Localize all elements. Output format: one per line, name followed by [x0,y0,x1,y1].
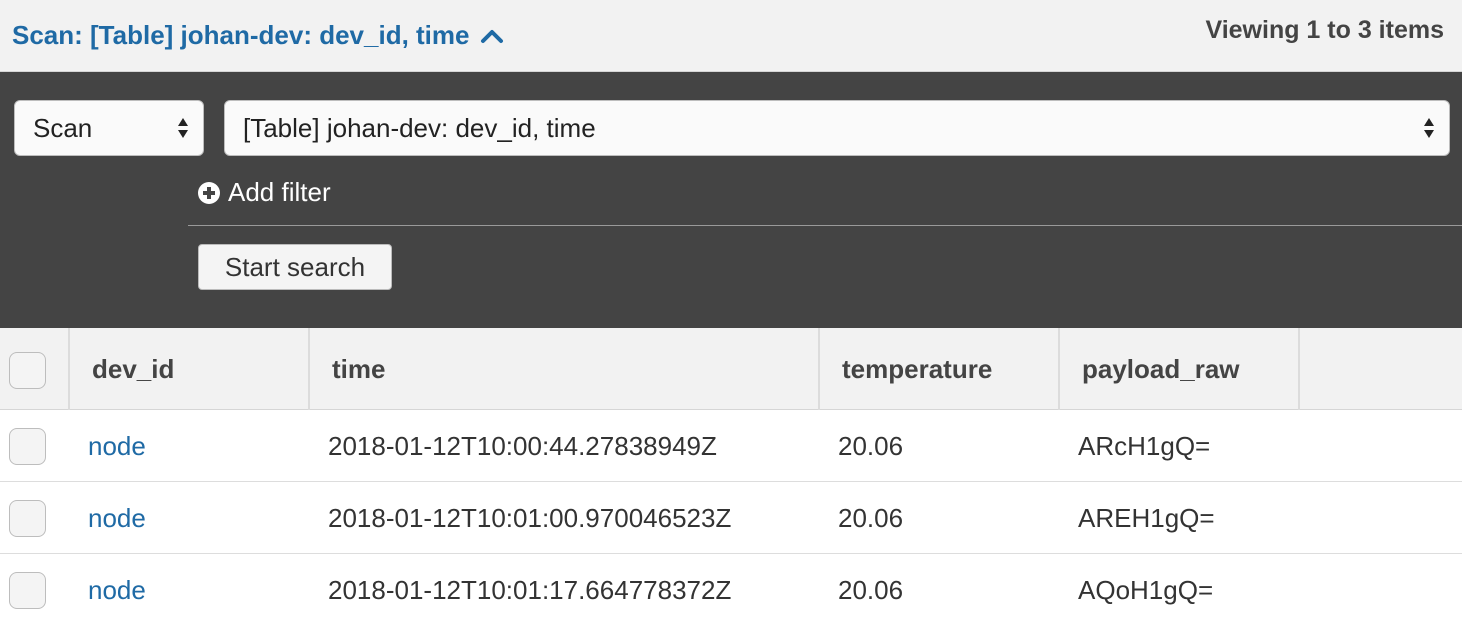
add-filter-label: Add filter [228,177,331,207]
header-checkbox-cell [0,328,70,410]
cell-payload-raw: AQoH1gQ= [1078,574,1214,605]
cell-temperature: 20.06 [838,430,904,461]
scan-title-text: Scan: [Table] johan-dev: dev_id, time [12,20,470,50]
cell-time: 2018-01-12T10:01:00.970046523Z [328,502,732,533]
panel-divider [188,225,1462,226]
cell-dev-id[interactable]: node [88,410,146,482]
operation-select[interactable]: Scan [14,100,204,156]
table-select-value: [Table] johan-dev: dev_id, time [243,112,596,143]
table-row[interactable]: node 2018-01-12T10:01:17.664778372Z 20.0… [0,554,1462,622]
cell-time: 2018-01-12T10:01:17.664778372Z [328,574,732,605]
search-panel: Scan [Table] johan-dev: dev_id, time Add… [0,72,1462,328]
viewing-count: Viewing 1 to 3 items [1205,16,1444,44]
cell-dev-id[interactable]: node [88,482,146,554]
scan-title-toggle[interactable]: Scan: [Table] johan-dev: dev_id, time [12,20,504,51]
plus-circle-icon [198,181,220,204]
cell-time: 2018-01-12T10:00:44.27838949Z [328,430,717,461]
cell-temperature: 20.06 [838,502,904,533]
chevron-up-icon [480,29,503,43]
row-checkbox[interactable] [9,572,46,609]
column-header-time[interactable]: time [310,328,820,410]
column-header-payload-raw[interactable]: payload_raw [1060,328,1300,410]
column-header-temperature[interactable]: temperature [820,328,1060,410]
select-arrows-icon [178,118,188,138]
row-checkbox[interactable] [9,428,46,465]
select-arrows-icon [1424,118,1434,138]
scan-header-bar: Scan: [Table] johan-dev: dev_id, time Vi… [0,0,1462,72]
cell-payload-raw: AREH1gQ= [1078,502,1215,533]
start-search-button[interactable]: Start search [198,244,392,290]
cell-temperature: 20.06 [838,574,904,605]
column-header-dev-id[interactable]: dev_id [70,328,310,410]
add-filter-button[interactable]: Add filter [198,177,331,208]
table-select[interactable]: [Table] johan-dev: dev_id, time [224,100,1450,156]
cell-payload-raw: ARcH1gQ= [1078,430,1211,461]
row-checkbox[interactable] [9,500,46,537]
table-row[interactable]: node 2018-01-12T10:00:44.27838949Z 20.06… [0,410,1462,482]
table-header: dev_id time temperature payload_raw [0,328,1462,410]
operation-select-value: Scan [33,112,93,143]
cell-dev-id[interactable]: node [88,554,146,622]
table-row[interactable]: node 2018-01-12T10:01:00.970046523Z 20.0… [0,482,1462,554]
results-table: dev_id time temperature payload_raw node… [0,328,1462,622]
